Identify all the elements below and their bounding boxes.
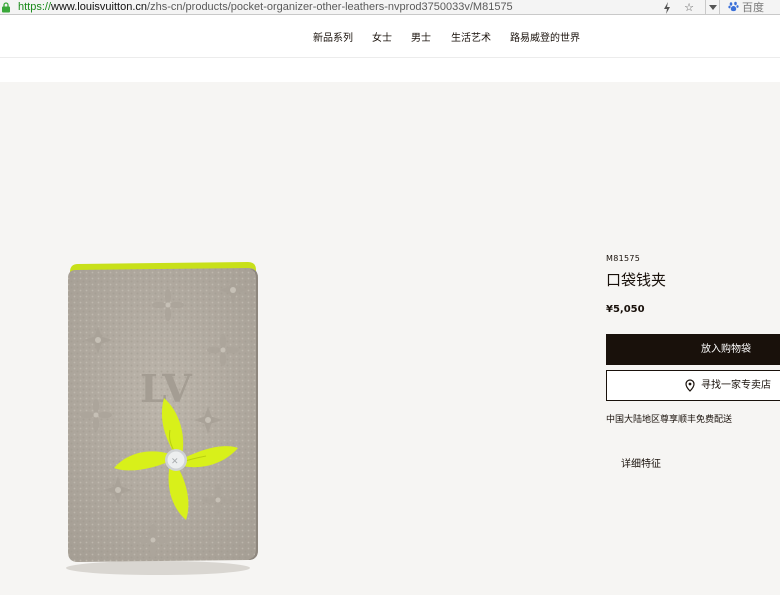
dropdown-icon[interactable] (705, 0, 720, 15)
product-stage: LV ✕ M81575 口袋钱夹 ¥5,050 放入购物袋 寻找一家专卖店 中国… (0, 82, 780, 595)
shipping-note: 中国大陆地区尊享顺丰免费配送 (606, 415, 733, 425)
url-scheme: https:// (18, 1, 52, 13)
product-image[interactable]: LV ✕ (58, 250, 268, 580)
nav-item-world-of-lv[interactable]: 路易威登的世界 (510, 16, 580, 58)
browser-address-bar: https://www.louisvuitton.cn/zhs-cn/produ… (0, 0, 780, 15)
details-toggle[interactable]: 详细特征 (621, 455, 661, 470)
lightning-icon[interactable] (661, 0, 673, 15)
lock-icon (2, 2, 10, 13)
product-price: ¥5,050 (606, 304, 645, 315)
add-to-bag-button[interactable]: 放入购物袋 (606, 334, 780, 365)
search-engine-label: 百度 (742, 1, 764, 14)
nav-item-art-of-living[interactable]: 生活艺术 (451, 16, 491, 58)
svg-text:✕: ✕ (171, 457, 179, 467)
location-pin-icon (685, 379, 695, 392)
baidu-paw-icon (728, 1, 739, 12)
search-engine-selector[interactable]: 百度 (728, 0, 764, 15)
product-name: 口袋钱夹 (606, 271, 667, 289)
url-path: /zhs-cn/products/pocket-organizer-other-… (147, 1, 513, 13)
url-field[interactable]: https://www.louisvuitton.cn/zhs-cn/produ… (18, 0, 513, 15)
product-sku: M81575 (606, 254, 641, 263)
url-host: www.louisvuitton.cn (51, 1, 148, 13)
nav-item-new[interactable]: 新品系列 (313, 16, 353, 58)
find-store-button[interactable]: 寻找一家专卖店 (606, 370, 780, 401)
nav-item-men[interactable]: 男士 (411, 16, 431, 58)
star-icon[interactable]: ☆ (682, 0, 696, 15)
main-nav: 新品系列 女士 男士 生活艺术 路易威登的世界 (0, 16, 780, 58)
nav-item-women[interactable]: 女士 (372, 16, 392, 58)
find-store-label: 寻找一家专卖店 (701, 380, 771, 391)
